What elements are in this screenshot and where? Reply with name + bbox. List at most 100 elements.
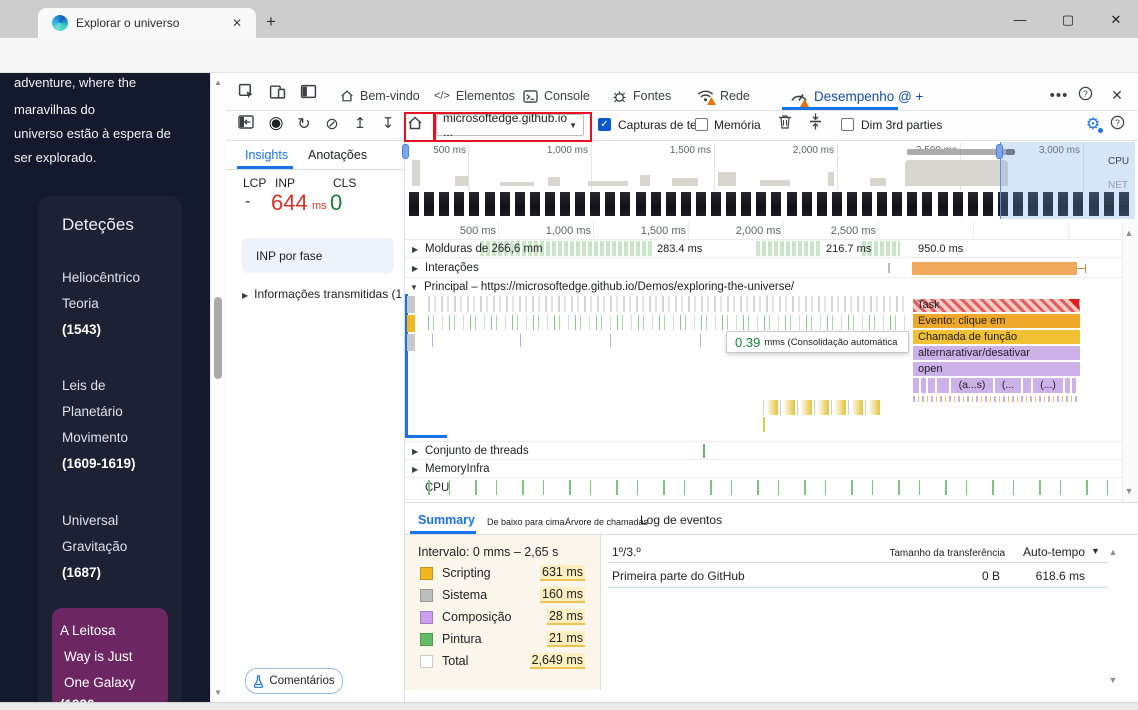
filmstrip-thumbnail[interactable]	[800, 191, 813, 217]
tab-insights[interactable]: Insights	[245, 148, 288, 162]
filmstrip-thumbnail[interactable]	[483, 191, 496, 217]
close-button[interactable]: ✕	[1101, 12, 1131, 28]
filmstrip-thumbnail[interactable]	[906, 191, 919, 217]
throttle-icon[interactable]	[808, 113, 830, 130]
flame-function-bar[interactable]: Chamada de função	[913, 330, 1080, 344]
devtools-close-icon[interactable]: ✕	[1106, 87, 1128, 104]
scroll-down-icon[interactable]: ▼	[1122, 486, 1136, 496]
tab-rede[interactable]: Rede	[697, 83, 750, 109]
scroll-down-icon[interactable]: ▼	[212, 688, 224, 697]
help-icon[interactable]: ?	[1110, 115, 1132, 130]
minimize-button[interactable]: —	[1005, 12, 1035, 27]
tab-anotacoes[interactable]: Anotações	[308, 148, 367, 162]
filmstrip-thumbnail[interactable]	[649, 191, 662, 217]
filmstrip-thumbnail[interactable]	[725, 191, 738, 217]
filmstrip-thumbnail[interactable]	[936, 191, 949, 217]
filmstrip-thumbnail[interactable]	[830, 191, 843, 217]
clear-icon[interactable]: ⊘	[321, 114, 343, 134]
filmstrip-thumbnail[interactable]	[876, 191, 889, 217]
save-profile-icon[interactable]: ↧	[377, 114, 399, 132]
interaction-bar[interactable]	[912, 262, 1077, 275]
record-icon[interactable]: ◉	[265, 113, 287, 133]
filmstrip-thumbnail[interactable]	[423, 191, 436, 217]
devtools-help-icon[interactable]: ?	[1078, 86, 1100, 101]
tab-console[interactable]: Console	[523, 83, 590, 109]
flame-open-bar[interactable]: open	[913, 362, 1080, 376]
maximize-button[interactable]: ▢	[1053, 12, 1083, 28]
settings-gear-icon[interactable]: ⚙	[1082, 114, 1104, 134]
filmstrip-thumbnail[interactable]	[574, 191, 587, 217]
memory-checkbox[interactable]	[695, 118, 708, 131]
filmstrip-thumbnail[interactable]	[815, 191, 828, 217]
tab-desempenho[interactable]: Desempenho @ +	[790, 83, 923, 109]
new-tab-button[interactable]: +	[266, 12, 276, 32]
comments-button[interactable]: Comentários	[245, 668, 343, 694]
table-row-name[interactable]: Primeira parte do GitHub	[612, 569, 745, 583]
sort-descending-icon[interactable]: ▼	[1091, 546, 1100, 556]
detection-item[interactable]: Universal Gravitação (1687)	[62, 508, 127, 586]
disclosure-right-icon[interactable]: ▶	[412, 465, 418, 474]
flame-task-bar[interactable]: Task	[913, 299, 1080, 312]
scroll-up-icon[interactable]: ▲	[1106, 547, 1120, 557]
disclosure-right-icon[interactable]: ▶	[412, 447, 418, 456]
track-memory-infra[interactable]	[405, 460, 1122, 478]
dim-checkbox[interactable]	[841, 118, 854, 131]
filmstrip-thumbnail[interactable]	[981, 191, 994, 217]
scroll-up-icon[interactable]: ▲	[212, 78, 224, 87]
filmstrip-thumbnail[interactable]	[543, 191, 556, 217]
table-col-time[interactable]: Auto-tempo	[1015, 545, 1085, 559]
page-scrollbar-thumb[interactable]	[214, 297, 222, 379]
selection-handle-right[interactable]	[996, 144, 1003, 159]
filmstrip-thumbnail[interactable]	[861, 191, 873, 217]
disclosure-right-icon[interactable]: ▶	[412, 245, 418, 254]
disclosure-down-icon[interactable]: ▼	[410, 283, 418, 292]
tab-summary[interactable]: Summary	[418, 513, 475, 527]
timeline-scrollbar[interactable]	[1122, 222, 1138, 502]
filmstrip-thumbnail[interactable]	[453, 191, 466, 217]
tab-fontes[interactable]: Fontes	[612, 83, 671, 109]
filmstrip-thumbnail[interactable]	[498, 191, 511, 217]
filmstrip-thumbnail[interactable]	[559, 191, 571, 217]
insights-collapsed-section[interactable]: ▶ Informações transmitidas (11)	[242, 287, 402, 301]
browser-tab[interactable]: Explorar o universo ✕	[38, 8, 256, 38]
page-scrollbar[interactable]	[210, 73, 226, 702]
filmstrip-thumbnail[interactable]	[951, 191, 964, 217]
detection-item[interactable]: Heliocêntrico Teoria (1543)	[62, 265, 140, 343]
filmstrip-thumbnail[interactable]	[679, 191, 692, 217]
trash-icon[interactable]	[778, 114, 800, 129]
flame-toggle-bar[interactable]: alternarativar/desativar	[913, 346, 1080, 360]
tab-elementos[interactable]: </> Elementos	[434, 83, 515, 109]
load-profile-icon[interactable]: ↥	[349, 114, 371, 132]
filmstrip-thumbnail[interactable]	[845, 191, 858, 217]
filmstrip-thumbnail[interactable]	[710, 191, 722, 217]
dock-side-icon[interactable]	[300, 83, 322, 100]
flame-chip-row[interactable]: (a...s) (... (...)	[913, 378, 1076, 393]
filmstrip-thumbnail[interactable]	[770, 191, 783, 217]
filmstrip-thumbnail[interactable]	[785, 191, 798, 217]
tab-call-tree[interactable]: Árvore de chamadas	[565, 517, 648, 527]
tab-bem-vindo[interactable]: Bem-vindo	[340, 83, 420, 109]
device-emulation-icon[interactable]	[269, 83, 291, 100]
more-tabs-icon[interactable]: •••	[1048, 87, 1070, 104]
scroll-down-icon[interactable]: ▼	[1106, 675, 1120, 685]
overview-selection[interactable]	[1000, 142, 1135, 219]
filmstrip-thumbnail[interactable]	[966, 191, 979, 217]
inp-phase-card[interactable]: INP por fase	[242, 238, 394, 273]
filmstrip-thumbnail[interactable]	[604, 191, 617, 217]
filmstrip-thumbnail[interactable]	[891, 191, 904, 217]
toggle-sidebar-icon[interactable]	[238, 115, 260, 129]
table-col-size[interactable]: Tamanho da transferência	[855, 548, 1005, 559]
selection-handle-left[interactable]	[402, 144, 409, 159]
filmstrip-thumbnail[interactable]	[513, 191, 526, 217]
screenshots-checkbox[interactable]: ✓	[598, 118, 611, 131]
filmstrip-thumbnail[interactable]	[438, 191, 451, 217]
filmstrip-thumbnail[interactable]	[694, 191, 707, 217]
filmstrip-thumbnail[interactable]	[468, 191, 481, 217]
table-col-name[interactable]: 1º/3.º	[612, 545, 641, 559]
tab-event-log[interactable]: Log de eventos	[640, 513, 722, 527]
filmstrip-thumbnail[interactable]	[755, 191, 768, 217]
filmstrip-thumbnail[interactable]	[528, 191, 541, 217]
record-reload-icon[interactable]: ↻	[293, 114, 315, 134]
filmstrip-thumbnail[interactable]	[664, 191, 677, 217]
tab-bottom-up[interactable]: De baixo para cima	[487, 517, 565, 527]
